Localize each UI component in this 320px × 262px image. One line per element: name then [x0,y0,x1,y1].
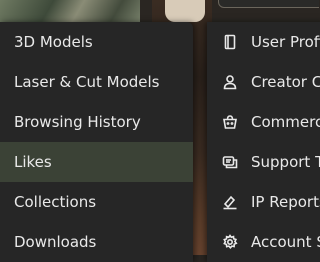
search-field[interactable] [218,0,319,8]
menu-item-label: Commerc [251,113,320,131]
support-ticket-icon [221,153,239,171]
menu-item-label: Likes [14,153,52,171]
menu-item-account-settings[interactable]: Account S [207,222,320,262]
profile-card-icon [221,33,239,51]
menu-item-commerce[interactable]: Commerc [207,102,320,142]
menu-item-browsing-history[interactable]: Browsing History [0,102,193,142]
menu-item-creator-center[interactable]: Creator C [207,62,320,102]
menu-item-collections[interactable]: Collections [0,182,193,222]
model-thumbnail[interactable] [0,0,140,24]
menu-item-label: IP Reports [251,193,320,211]
category-menu: 3D Models Laser & Cut Models Browsing Hi… [0,22,193,262]
menu-item-label: 3D Models [14,33,93,51]
menu-item-3d-models[interactable]: 3D Models [0,22,193,62]
commerce-icon [221,113,239,131]
model-thumbnail-detail [165,0,205,22]
menu-item-label: Collections [14,193,97,211]
menu-item-label: Laser & Cut Models [14,73,160,91]
menu-item-ip-reports[interactable]: IP Reports [207,182,320,222]
menu-item-laser-cut-models[interactable]: Laser & Cut Models [0,62,193,102]
ip-report-icon [221,193,239,211]
account-menu: User Profi Creator C Commerc Support T I… [207,22,320,262]
menu-item-label: Browsing History [14,113,141,131]
menu-item-label: Creator C [251,73,320,91]
menu-item-label: Downloads [14,233,97,251]
menu-item-support-tickets[interactable]: Support T [207,142,320,182]
menu-item-user-profile[interactable]: User Profi [207,22,320,62]
menu-item-downloads[interactable]: Downloads [0,222,193,262]
menu-item-likes[interactable]: Likes [0,142,193,182]
gear-icon [221,233,239,251]
menu-item-label: Account S [251,233,320,251]
person-icon [221,73,239,91]
menu-item-label: Support T [251,153,320,171]
menu-item-label: User Profi [251,33,320,51]
